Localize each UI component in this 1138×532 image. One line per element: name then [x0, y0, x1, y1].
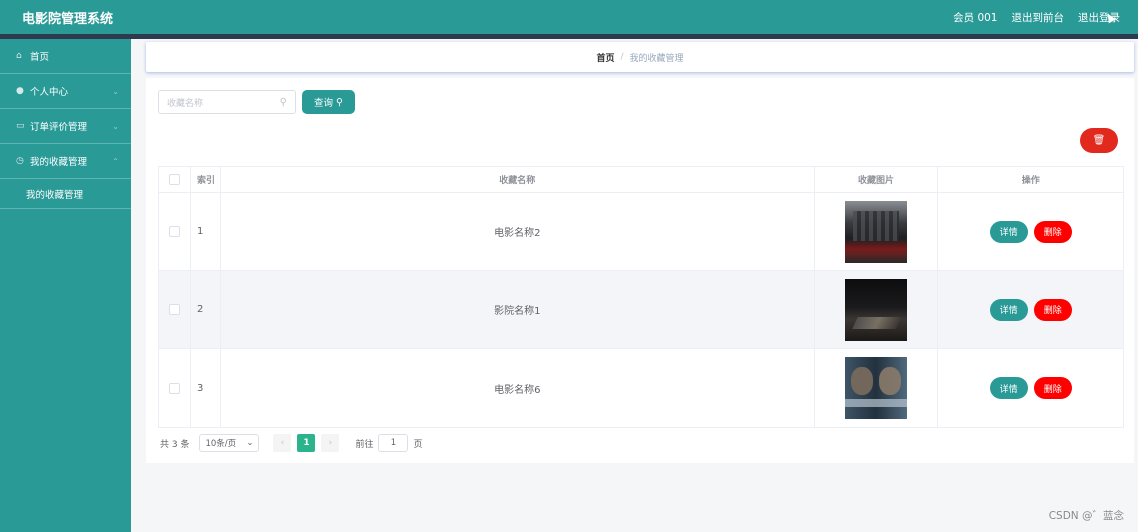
page-size-select[interactable]: 10条/页 ⌄	[199, 434, 260, 452]
sidebar-item-label: 订单评价管理	[30, 122, 88, 133]
goto-page-input[interactable]: 1	[378, 434, 409, 452]
row-checkbox[interactable]	[168, 304, 180, 315]
breadcrumb: 首页 / 我的收藏管理	[146, 42, 1134, 72]
goto-suffix: 页	[413, 439, 423, 450]
row-checkbox[interactable]	[168, 382, 180, 394]
sidebar-item-favorites[interactable]: ◷ 我的收藏管理 ⌃	[0, 144, 131, 179]
favorites-table: 索引 收藏名称 收藏图片 操作 1 电影名称2 详情 删除 2 影院名称1 详情…	[158, 166, 1124, 428]
chevron-down-icon: ⌄	[246, 438, 254, 448]
user-icon: ●	[16, 86, 24, 96]
sidebar-item-personal-center[interactable]: ● 个人中心 ⌄	[0, 74, 131, 109]
chevron-down-icon: ⌄	[112, 121, 119, 131]
table-row: 3 电影名称6 详情 删除	[159, 349, 1123, 427]
table-row: 2 影院名称1 详情 删除	[159, 271, 1123, 349]
page-number[interactable]: 1	[297, 434, 316, 452]
sidebar: ⌂ 首页 ● 个人中心 ⌄ ▭ 订单评价管理 ⌄ ◷ 我的收藏管理 ⌃ 我的收藏…	[0, 39, 131, 532]
search-input[interactable]: 收藏名称 ⚲	[158, 90, 296, 114]
detail-button[interactable]: 详情	[989, 298, 1028, 321]
prev-page-button[interactable]: ‹	[273, 434, 292, 452]
watermark: CSDN @゛蓝念	[1048, 510, 1124, 522]
favorite-image	[845, 357, 908, 419]
chevron-up-icon: ⌃	[112, 156, 119, 166]
header-index: 索引	[191, 167, 221, 192]
batch-delete-button[interactable]: 🗑	[1080, 128, 1118, 153]
exit-to-front-link[interactable]: 退出到前台	[1012, 10, 1065, 25]
chevron-down-icon: ⌄	[112, 86, 119, 96]
sidebar-item-order-review[interactable]: ▭ 订单评价管理 ⌄	[0, 109, 131, 144]
page-size-value: 10条/页	[205, 439, 237, 449]
favorite-image	[845, 200, 908, 263]
row-index: 3	[191, 349, 221, 427]
row-name: 影院名称1	[221, 271, 815, 348]
breadcrumb-home[interactable]: 首页	[596, 51, 614, 64]
delete-button[interactable]: 删除	[1033, 220, 1072, 243]
sidebar-item-label: 我的收藏管理	[30, 157, 88, 168]
header-divider	[0, 34, 1138, 39]
query-button-label: 查询	[314, 98, 334, 109]
pagination-total: 共 3 条	[160, 439, 190, 450]
home-icon: ⌂	[16, 51, 22, 61]
table-row: 1 电影名称2 详情 删除	[159, 193, 1123, 271]
row-name: 电影名称6	[221, 349, 815, 427]
trash-icon: 🗑	[1092, 135, 1106, 146]
detail-button[interactable]: 详情	[989, 377, 1028, 399]
calendar-icon: ▭	[16, 121, 25, 131]
query-button[interactable]: 查询 ⚲	[302, 90, 355, 114]
search-placeholder: 收藏名称	[167, 98, 204, 109]
sidebar-item-label: 首页	[30, 52, 50, 63]
row-name: 电影名称2	[221, 193, 815, 270]
row-index: 2	[191, 271, 221, 348]
row-index: 1	[191, 193, 221, 270]
header-name: 收藏名称	[221, 167, 815, 192]
top-actions: 会员 001 退出到前台 退出登录	[953, 10, 1120, 25]
breadcrumb-separator: /	[620, 52, 624, 62]
search-icon: ⚲	[279, 96, 287, 108]
member-link[interactable]: 会员 001	[953, 10, 997, 25]
sidebar-item-home[interactable]: ⌂ 首页	[0, 39, 131, 74]
pagination: 共 3 条 10条/页 ⌄ ‹ 1 › 前往 1 页	[160, 434, 422, 452]
header-operations: 操作	[1021, 176, 1040, 186]
main-content: 收藏名称 ⚲ 查询 ⚲ 🗑 索引 收藏名称 收藏图片 操作 1 电影名称2 详情…	[146, 78, 1134, 463]
sidebar-item-label: 个人中心	[30, 87, 69, 98]
clock-icon: ◷	[16, 156, 24, 166]
next-page-button[interactable]: ›	[321, 434, 340, 452]
search-icon: ⚲	[336, 96, 343, 108]
detail-button[interactable]: 详情	[989, 220, 1028, 243]
breadcrumb-current: 我的收藏管理	[629, 53, 684, 64]
sidebar-subitem-favorites[interactable]: 我的收藏管理	[0, 179, 131, 209]
favorite-image	[845, 278, 908, 341]
select-all-checkbox[interactable]	[168, 174, 180, 185]
delete-button[interactable]: 删除	[1033, 377, 1072, 399]
row-checkbox[interactable]	[168, 226, 180, 237]
top-bar: 电影院管理系统 会员 001 退出到前台 退出登录	[0, 0, 1138, 34]
delete-button[interactable]: 删除	[1033, 298, 1072, 321]
goto-prefix: 前往	[355, 439, 374, 450]
table-header: 索引 收藏名称 收藏图片 操作	[159, 167, 1123, 193]
header-image: 收藏图片	[815, 167, 939, 192]
app-title: 电影院管理系统	[22, 11, 114, 27]
